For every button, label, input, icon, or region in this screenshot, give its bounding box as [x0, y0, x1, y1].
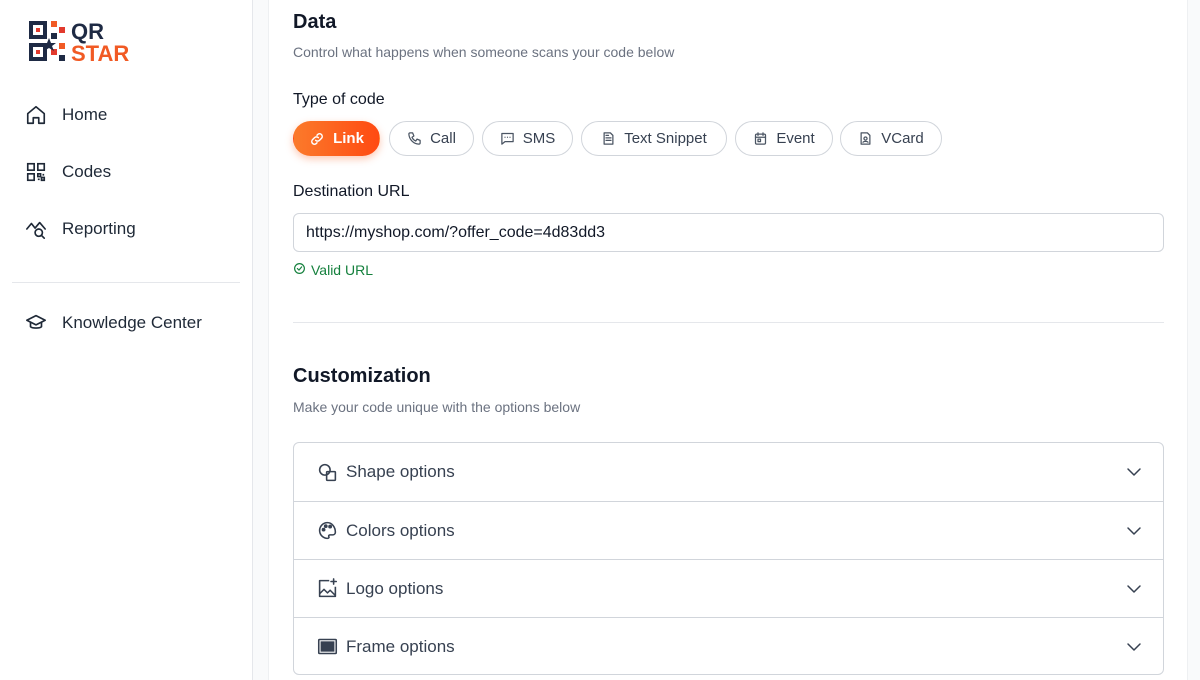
shapes-icon [316, 461, 338, 483]
graduation-cap-icon [24, 311, 48, 335]
image-plus-icon [316, 578, 338, 600]
chevron-down-icon[interactable] [1125, 463, 1143, 481]
check-circle-icon [293, 262, 306, 278]
type-vcard-button[interactable]: VCard [840, 121, 942, 156]
accordion-label: Shape options [346, 462, 455, 481]
type-sms-label: SMS [522, 130, 556, 147]
main-panel: Data Control what happens when someone s… [268, 0, 1188, 680]
type-of-code-label: Type of code [293, 91, 385, 108]
brand-line2: STAR [71, 41, 129, 64]
document-icon [601, 131, 616, 146]
sidebar-item-label: Home [62, 105, 108, 124]
sidebar-item-label: Codes [62, 162, 112, 181]
palette-icon [316, 520, 338, 542]
frame-icon [316, 636, 338, 658]
accordion-shape-options[interactable]: Shape options [294, 443, 1163, 501]
qr-code-icon [24, 160, 48, 184]
accordion-label: Colors options [346, 520, 455, 540]
contact-card-icon [858, 131, 873, 146]
data-section-title: Data [293, 11, 337, 33]
sidebar-item-reporting[interactable]: Reporting [12, 209, 240, 249]
message-icon [500, 131, 515, 146]
calendar-icon [753, 131, 768, 146]
type-text-snippet-label: Text Snippet [624, 130, 707, 147]
url-validation-status: Valid URL [293, 262, 373, 278]
accordion-label: Frame options [346, 636, 455, 656]
data-section-description: Control what happens when someone scans … [293, 44, 675, 60]
type-call-button[interactable]: Call [389, 121, 474, 156]
destination-url-label: Destination URL [293, 183, 410, 200]
accordion-frame-options[interactable]: Frame options [294, 617, 1163, 674]
type-call-label: Call [430, 130, 456, 147]
customization-accordion: Shape options Colors options Logo option… [293, 442, 1164, 675]
home-icon [24, 103, 48, 127]
sidebar-item-label: Reporting [62, 219, 136, 238]
customization-section-description: Make your code unique with the options b… [293, 399, 581, 415]
brand-logo[interactable]: QR STAR [27, 18, 169, 64]
type-link-button[interactable]: Link [293, 121, 380, 156]
sidebar-item-home[interactable]: Home [12, 95, 240, 135]
link-icon [309, 131, 325, 147]
chevron-down-icon[interactable] [1125, 638, 1143, 656]
customization-section-title: Customization [293, 365, 431, 387]
accordion-logo-options[interactable]: Logo options [294, 559, 1163, 617]
sidebar-item-label: Knowledge Center [62, 313, 202, 332]
type-link-label: Link [333, 130, 364, 147]
type-event-label: Event [776, 130, 815, 147]
sidebar-divider [12, 282, 240, 283]
phone-icon [407, 131, 422, 146]
sidebar: QR STAR Home Codes Reporting Knowledge C… [0, 0, 253, 680]
chevron-down-icon[interactable] [1125, 522, 1143, 540]
type-event-button[interactable]: Event [735, 121, 833, 156]
destination-url-input[interactable] [293, 213, 1164, 252]
type-sms-button[interactable]: SMS [482, 121, 573, 156]
chart-search-icon [24, 217, 48, 241]
sidebar-item-knowledge-center[interactable]: Knowledge Center [12, 303, 240, 343]
type-text-snippet-button[interactable]: Text Snippet [581, 121, 727, 156]
accordion-label: Logo options [346, 578, 444, 598]
url-validation-text: Valid URL [311, 262, 373, 278]
section-divider [293, 322, 1164, 323]
accordion-colors-options[interactable]: Colors options [294, 501, 1163, 559]
sidebar-item-codes[interactable]: Codes [12, 152, 240, 192]
type-vcard-label: VCard [881, 130, 924, 147]
chevron-down-icon[interactable] [1125, 580, 1143, 598]
